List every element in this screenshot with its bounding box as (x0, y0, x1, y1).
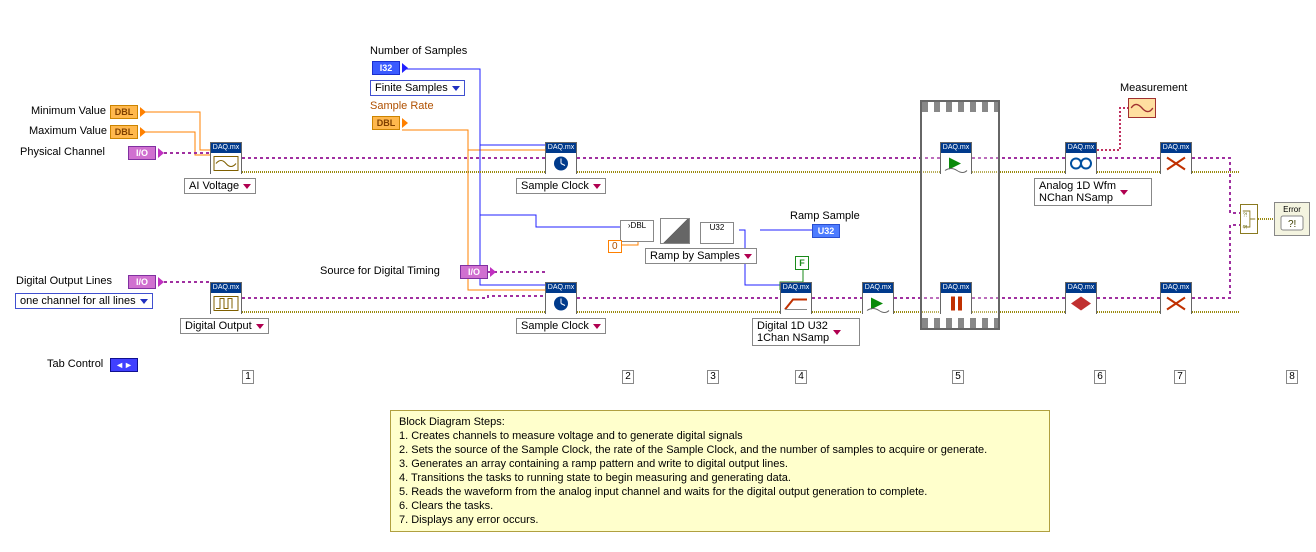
term-tab-control[interactable]: ◄► (110, 358, 138, 372)
arrow-dol (158, 277, 164, 287)
label-src-dig-timing: Source for Digital Timing (320, 265, 440, 277)
step-2: 2 (622, 370, 634, 384)
step-5: 5 (952, 370, 964, 384)
ramp-pattern-vi[interactable] (660, 218, 690, 244)
term-phys-chan[interactable]: I/O (128, 146, 156, 160)
daqmx-clear-top[interactable]: DAQ.mx (1160, 142, 1192, 174)
daqmx-clear-bot[interactable]: DAQ.mx (1160, 282, 1192, 314)
label-tab-control: Tab Control (47, 358, 103, 370)
label-dig-out-lines: Digital Output Lines (16, 275, 112, 287)
polysel-label: Sample Clock (521, 320, 589, 332)
dropdown-one-chan[interactable]: one channel for all lines (15, 293, 153, 309)
chevron-down-icon (140, 299, 148, 304)
step-7: 7 (1174, 370, 1186, 384)
to-u32-node[interactable]: U32 (700, 222, 734, 244)
daqmx-header: DAQ.mx (211, 143, 241, 153)
daqmx-write[interactable]: DAQ.mx (780, 282, 812, 314)
chevron-down-icon (256, 324, 264, 329)
daqmx-wait[interactable]: DAQ.mx (940, 282, 972, 314)
label-min-value: Minimum Value (31, 105, 106, 117)
daqmx-timing-top[interactable]: DAQ.mx (545, 142, 577, 174)
polysel-label: Digital 1D U32 1Chan NSamp (757, 320, 829, 344)
svg-text:?!: ?! (1288, 219, 1296, 230)
to-dbl-node[interactable]: ›DBL (620, 220, 654, 242)
chevron-down-icon (452, 86, 460, 91)
chevron-down-icon (243, 184, 251, 189)
daqmx-start-top[interactable]: DAQ.mx (940, 142, 972, 174)
const-false[interactable]: F (795, 256, 809, 270)
term-min-value[interactable]: DBL (110, 105, 138, 119)
label-num-samples: Number of Samples (370, 45, 467, 57)
polysel-label: AI Voltage (189, 180, 239, 192)
polysel-label: Analog 1D Wfm NChan NSamp (1039, 180, 1116, 204)
arrow-srctim (490, 267, 496, 277)
svg-text:?!: ?! (1243, 212, 1247, 218)
step-4: 4 (795, 370, 807, 384)
term-src-timing[interactable]: I/O (460, 265, 488, 279)
daqmx-create-ai[interactable]: DAQ.mx (210, 142, 242, 174)
term-num-samples[interactable]: I32 (372, 61, 400, 75)
ind-ramp-sample[interactable]: U32 (812, 224, 840, 238)
label-measurement: Measurement (1120, 82, 1187, 94)
polysel-ai-voltage[interactable]: AI Voltage (184, 178, 256, 194)
merge-errors[interactable]: ?!?! (1240, 204, 1258, 234)
step-6: 6 (1094, 370, 1106, 384)
polysel-digital-output[interactable]: Digital Output (180, 318, 269, 334)
const-zero[interactable]: 0 (608, 240, 622, 253)
step-8: 8 (1286, 370, 1298, 384)
daqmx-timing-bot[interactable]: DAQ.mx (545, 282, 577, 314)
arrow-min (140, 107, 146, 117)
step-3: 3 (707, 370, 719, 384)
chevron-down-icon (593, 184, 601, 189)
daqmx-create-do[interactable]: DAQ.mx (210, 282, 242, 314)
polysel-analog-wfm[interactable]: Analog 1D Wfm NChan NSamp (1034, 178, 1152, 206)
polysel-sampleclock-bot[interactable]: Sample Clock (516, 318, 606, 334)
step-1: 1 (242, 370, 254, 384)
chevron-down-icon (833, 330, 841, 335)
chevron-down-icon (593, 324, 601, 329)
polysel-sampleclock-top[interactable]: Sample Clock (516, 178, 606, 194)
term-dig-out-lines[interactable]: I/O (128, 275, 156, 289)
polysel-label: Sample Clock (521, 180, 589, 192)
polysel-digital-1d-u32[interactable]: Digital 1D U32 1Chan NSamp (752, 318, 860, 346)
simple-error-handler[interactable]: Error ?! (1274, 202, 1310, 236)
arrow-phys (158, 148, 164, 158)
label-sample-rate: Sample Rate (370, 100, 434, 112)
label-max-value: Maximum Value (29, 125, 107, 137)
daqmx-start-bot[interactable]: DAQ.mx (862, 282, 894, 314)
term-sample-rate[interactable]: DBL (372, 116, 400, 130)
chevron-down-icon (744, 254, 752, 259)
arrow-srate (402, 118, 408, 128)
polysel-ramp-samples[interactable]: Ramp by Samples (645, 248, 757, 264)
label-phys-chan: Physical Channel (20, 146, 105, 158)
comment-steps: Block Diagram Steps: 1. Creates channels… (390, 410, 1050, 532)
daqmx-stop-bot[interactable]: DAQ.mx (1065, 282, 1097, 314)
polysel-label: Ramp by Samples (650, 250, 740, 262)
term-max-value[interactable]: DBL (110, 125, 138, 139)
daqmx-read[interactable]: DAQ.mx (1065, 142, 1097, 174)
polysel-label: Digital Output (185, 320, 252, 332)
dropdown-label: one channel for all lines (20, 295, 136, 307)
dropdown-label: Finite Samples (375, 82, 448, 94)
label-ramp-sample: Ramp Sample (790, 210, 860, 222)
svg-text:?!: ?! (1243, 225, 1247, 231)
arrow-max (140, 127, 146, 137)
arrow-nsamp (402, 63, 408, 73)
ind-measurement[interactable] (1128, 98, 1156, 118)
chevron-down-icon (1120, 190, 1128, 195)
dropdown-finite-samples[interactable]: Finite Samples (370, 80, 465, 96)
error-label: Error (1275, 205, 1309, 214)
